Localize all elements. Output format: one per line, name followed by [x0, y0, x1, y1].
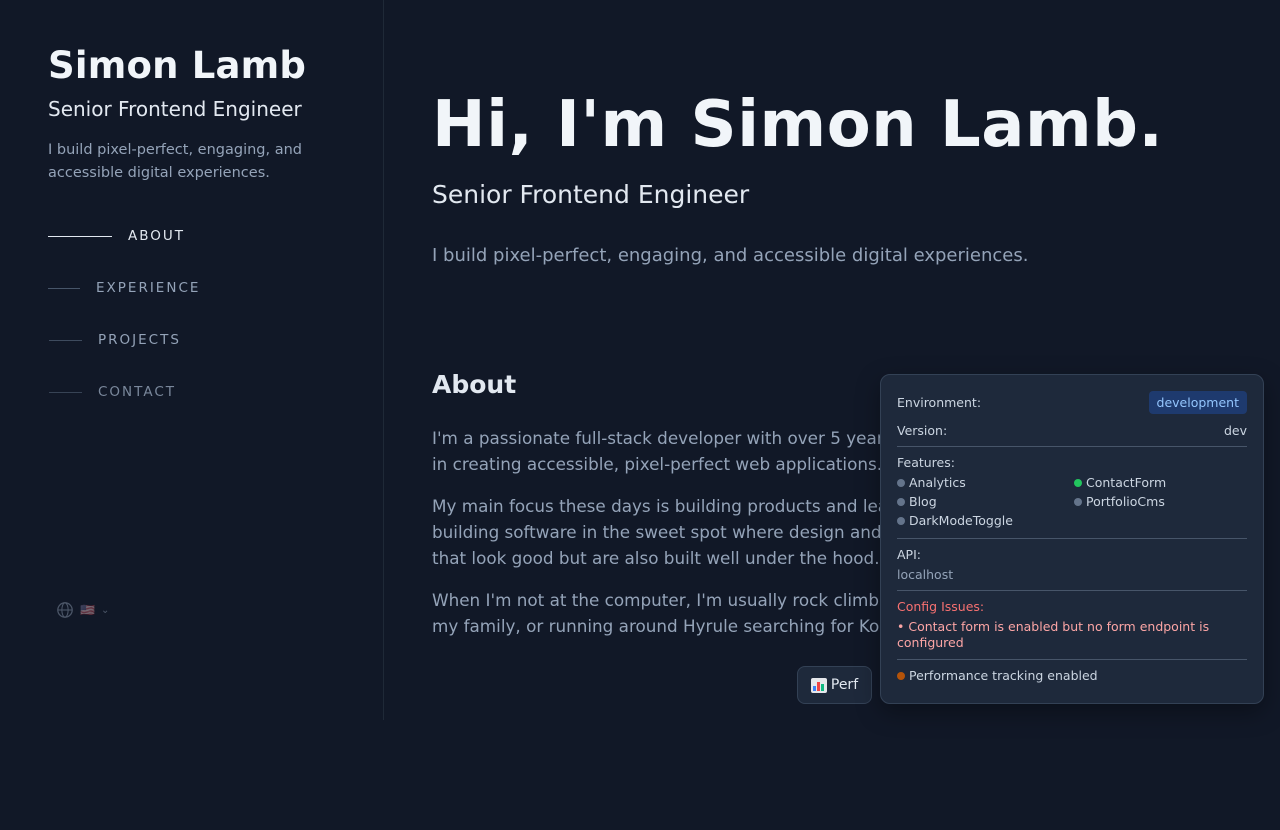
nav-indicator-line — [48, 287, 80, 289]
nav-item-label: CONTACT — [98, 384, 177, 400]
perf-status-text: Performance tracking enabled — [909, 668, 1098, 683]
status-dot-icon — [897, 671, 905, 680]
feature-name: ContactForm — [1086, 475, 1167, 490]
status-dot-icon — [1074, 478, 1082, 487]
hero-role: Senior Frontend Engineer — [432, 180, 750, 209]
sidebar-name: Simon Lamb — [48, 44, 307, 87]
features-list: Analytics ContactForm Blog PortfolioCms … — [897, 475, 1247, 528]
api-value: localhost — [897, 567, 954, 582]
divider — [897, 659, 1247, 660]
feature-item: DarkModeToggle — [897, 513, 1074, 528]
nav-indicator-line — [49, 391, 82, 393]
chevron-down-icon: ⌄ — [100, 604, 110, 616]
hero-title: Hi, I'm Simon Lamb. — [432, 88, 1164, 162]
feature-name: DarkModeToggle — [909, 513, 1013, 528]
language-selector[interactable]: 🇺🇸 ⌄ — [56, 601, 109, 619]
flag-icon: 🇺🇸 — [80, 603, 95, 617]
config-debug-panel: Environment: development Version: dev Fe… — [880, 374, 1264, 704]
status-dot-icon — [1074, 497, 1082, 506]
feature-item: Blog — [897, 494, 1074, 509]
status-dot-icon — [897, 516, 905, 525]
divider — [897, 446, 1247, 447]
perf-button[interactable]: Perf — [797, 666, 872, 704]
feature-item: PortfolioCms — [1074, 494, 1247, 509]
environment-row: Environment: development — [897, 391, 1247, 414]
divider — [897, 590, 1247, 591]
api-label: API: — [897, 547, 921, 562]
sidebar: Simon Lamb Senior Frontend Engineer I bu… — [0, 0, 384, 720]
config-issue-item: • Contact form is enabled but no form en… — [897, 619, 1210, 650]
nav-indicator-line — [49, 339, 82, 341]
nav-item-label: EXPERIENCE — [96, 280, 201, 296]
divider — [897, 538, 1247, 539]
hero-description: I build pixel-perfect, engaging, and acc… — [432, 245, 1029, 266]
about-heading: About — [432, 370, 517, 399]
globe-icon — [57, 602, 73, 618]
feature-name: PortfolioCms — [1086, 494, 1165, 509]
feature-name: Analytics — [909, 475, 966, 490]
environment-badge: development — [1148, 391, 1247, 414]
perf-status: Performance tracking enabled — [897, 668, 1247, 683]
status-dot-icon — [897, 478, 905, 487]
version-row: Version: dev — [897, 423, 1247, 438]
perf-button-label: Perf — [830, 677, 859, 693]
sidebar-description: I build pixel-perfect, engaging, and acc… — [48, 142, 303, 181]
status-dot-icon — [897, 497, 905, 506]
nav-item-contact[interactable]: CONTACT — [48, 381, 176, 403]
feature-item: ContactForm — [1074, 475, 1247, 490]
nav-indicator-line — [48, 235, 112, 237]
nav-item-projects[interactable]: PROJECTS — [48, 329, 181, 351]
environment-label: Environment: — [897, 395, 982, 410]
nav-item-about[interactable]: ABOUT — [48, 225, 185, 247]
version-label: Version: — [897, 423, 948, 438]
version-value: dev — [1223, 423, 1247, 438]
bar-chart-icon — [810, 677, 827, 693]
nav-item-label: PROJECTS — [98, 332, 181, 348]
feature-item: Analytics — [897, 475, 1074, 490]
nav-item-label: ABOUT — [128, 228, 186, 244]
features-label: Features: — [897, 455, 955, 470]
config-issues-label: Config Issues: — [897, 599, 985, 614]
sidebar-role: Senior Frontend Engineer — [48, 97, 302, 121]
nav-item-experience[interactable]: EXPERIENCE — [48, 277, 200, 299]
feature-name: Blog — [909, 494, 937, 509]
